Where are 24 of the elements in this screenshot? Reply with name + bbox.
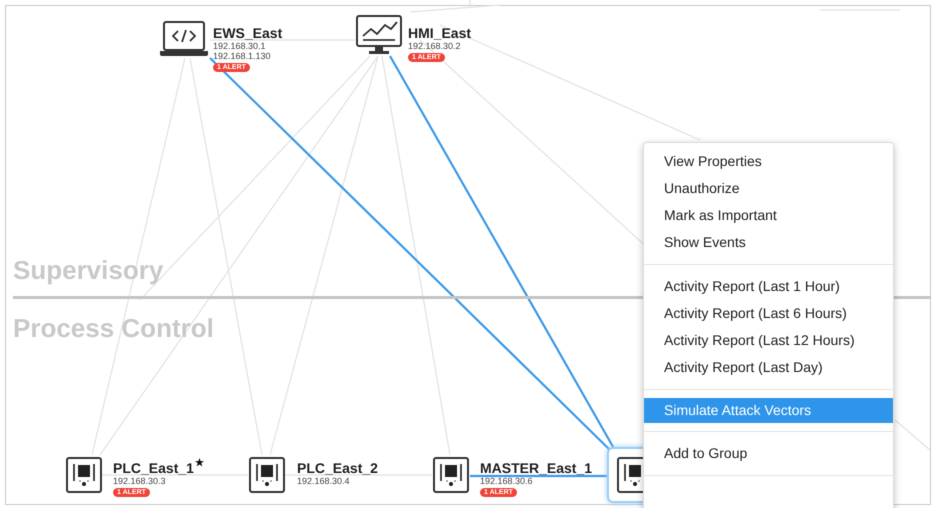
ip-address: 192.168.30.6 (480, 476, 533, 486)
node-name[interactable]: PLC_East_1 (113, 461, 194, 476)
node-name[interactable]: PLC_East_2 (297, 461, 378, 476)
menu-item[interactable]: Show Events (644, 229, 893, 256)
plc-device-icon[interactable] (249, 457, 285, 493)
monitor-chart-icon[interactable] (355, 14, 403, 56)
ip-address: 192.168.30.2 (408, 41, 461, 51)
node-name[interactable]: HMI_East (408, 26, 472, 41)
node-name[interactable]: MASTER_East_1 (480, 461, 592, 476)
ip-address: 192.168.30.4 (297, 476, 350, 486)
laptop-code-icon[interactable] (159, 20, 209, 58)
menu-item[interactable]: Unauthorize (644, 175, 893, 202)
menu-item[interactable]: Mark as Important (644, 202, 893, 229)
ip-address: 192.168.30.1 (213, 41, 266, 51)
menu-item[interactable]: Activity Report (Last 12 Hours) (644, 327, 893, 354)
menu-item[interactable]: View Properties (644, 148, 893, 175)
menu-item[interactable]: Activity Report (Last Day) (644, 354, 893, 381)
node-name[interactable]: EWS_East (213, 26, 282, 41)
plc-device-icon[interactable] (66, 457, 102, 493)
menu-item[interactable]: Add to Group (644, 440, 893, 467)
plc-device-icon[interactable] (433, 457, 469, 493)
menu-item[interactable]: Activity Report (Last 6 Hours) (644, 300, 893, 327)
menu-item[interactable]: Activity Report (Last 1 Hour) (644, 273, 893, 300)
ip-address: 192.168.30.3 (113, 476, 166, 486)
